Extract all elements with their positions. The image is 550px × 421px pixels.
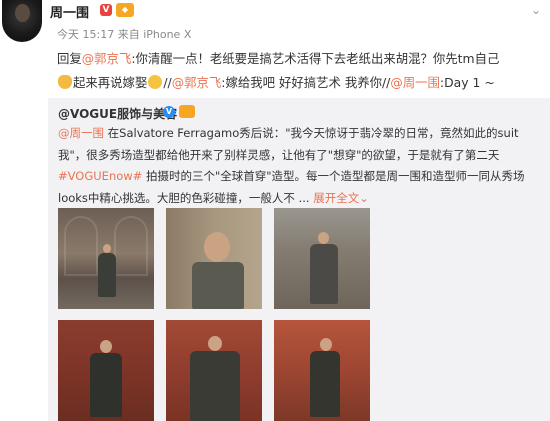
reply-text-4: :Day 1 ~ [439,75,495,90]
post-meta: 今天 15:17 来自 iPhone X [57,26,191,42]
source: 来自 iPhone X [117,28,192,41]
photo-thumbnail[interactable] [58,320,154,421]
mention-link[interactable]: @郭京飞 [172,75,222,90]
member-badge-icon [179,105,195,118]
avatar[interactable] [2,0,42,42]
reply-prefix: 回复 [57,51,82,66]
photo-thumbnail[interactable] [274,320,370,421]
expand-link[interactable]: 展开全文⌄ [313,191,369,205]
separator: // [163,75,172,90]
chevron-down-icon[interactable]: ⌄ [531,3,541,17]
verified-icon: V [163,106,175,118]
mention-link[interactable]: @周一围 [58,126,104,140]
timestamp[interactable]: 今天 15:17 [57,28,114,41]
photo-thumbnail[interactable] [274,208,370,309]
hand-emoji-icon [58,75,72,89]
verified-icon: V [100,4,112,16]
reply-text: 回复@郭京飞:你清醒一点！老纸要是搞艺术活得下去老纸出来胡混？你先tm自己 起来… [57,47,537,95]
quoted-text: @周一围 在Salvatore Ferragamo秀后说："我今天惊讶于翡冷翠的… [58,123,536,209]
member-badge-icon: ◆ [116,3,134,17]
quoted-author[interactable]: @VOGUE服饰与美容 [58,105,177,122]
photo-grid [58,208,370,421]
username[interactable]: 周一围 [50,2,89,21]
mention-link[interactable]: @郭京飞 [82,51,132,66]
photo-thumbnail[interactable] [166,320,262,421]
photo-thumbnail[interactable] [58,208,154,309]
avatar-face [15,4,30,22]
post-header: 周一围 V ◆ ⌄ 今天 15:17 来自 iPhone X [0,0,550,50]
quoted-body-1: 在Salvatore Ferragamo秀后说："我今天惊讶于翡冷翠的日常，竟然… [58,126,519,162]
photo-thumbnail[interactable] [166,208,262,309]
quoted-post: @VOGUE服饰与美容 V @周一围 在Salvatore Ferragamo秀… [48,98,550,421]
angry-emoji-icon [148,75,163,89]
mention-link[interactable]: @周一围 [390,75,440,90]
reply-text-3: :嫁给我吧 好好搞艺术 我养你// [221,75,391,90]
reply-text-1: :你清醒一点！老纸要是搞艺术活得下去老纸出来胡混？你先tm自己 [131,51,500,66]
reply-text-2: 起来再说嫁娶 [73,75,148,90]
hashtag-link[interactable]: #VOGUEnow# [58,169,142,183]
